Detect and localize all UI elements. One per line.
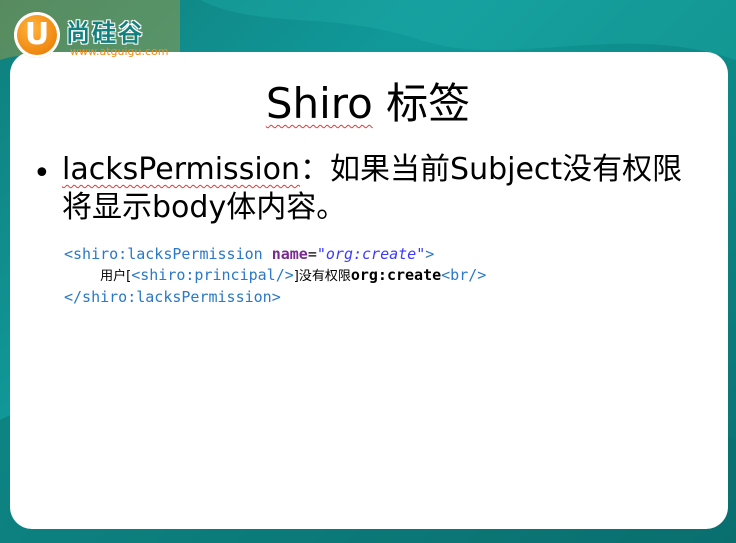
bullet-text: lacksPermission：如果当前Subject没有权限将显示body体内…: [62, 151, 692, 227]
code-block: <shiro:lacksPermission name="org:create"…: [64, 244, 486, 308]
slide-title: Shiro 标签: [0, 70, 736, 131]
logo-url: www.atguigu.com: [70, 45, 169, 58]
code-text-mid: ]没有权限: [293, 269, 351, 284]
bullet-term: lacksPermission: [62, 152, 301, 187]
logo-name: 尚硅谷: [66, 19, 144, 47]
code-close-bracket: >: [425, 245, 435, 263]
code-line-3: </shiro:lacksPermission>: [64, 287, 486, 308]
code-text-before: 用户[: [100, 269, 132, 284]
code-eq: =: [307, 245, 317, 263]
code-text-bold: org:create: [350, 266, 442, 284]
title-keyword: Shiro: [265, 79, 373, 128]
code-line-2: 用户[<shiro:principal/>]没有权限org:create<br/…: [64, 265, 486, 287]
code-inner-tag: <shiro:principal/>: [131, 266, 294, 284]
code-line-1: <shiro:lacksPermission name="org:create"…: [64, 244, 486, 265]
code-open-tag: <shiro:lacksPermission: [64, 245, 263, 263]
code-br-tag: <br/>: [441, 266, 487, 284]
brand-logo: U 尚硅谷 www.atguigu.com: [14, 10, 194, 62]
code-close-tag: </shiro:lacksPermission>: [64, 288, 281, 306]
logo-u-icon: U: [14, 12, 60, 58]
code-attr-value: "org:create": [316, 245, 426, 263]
code-attr-name: name: [271, 245, 308, 263]
title-rest: 标签: [372, 79, 471, 128]
bullet-dot: •: [33, 156, 51, 191]
